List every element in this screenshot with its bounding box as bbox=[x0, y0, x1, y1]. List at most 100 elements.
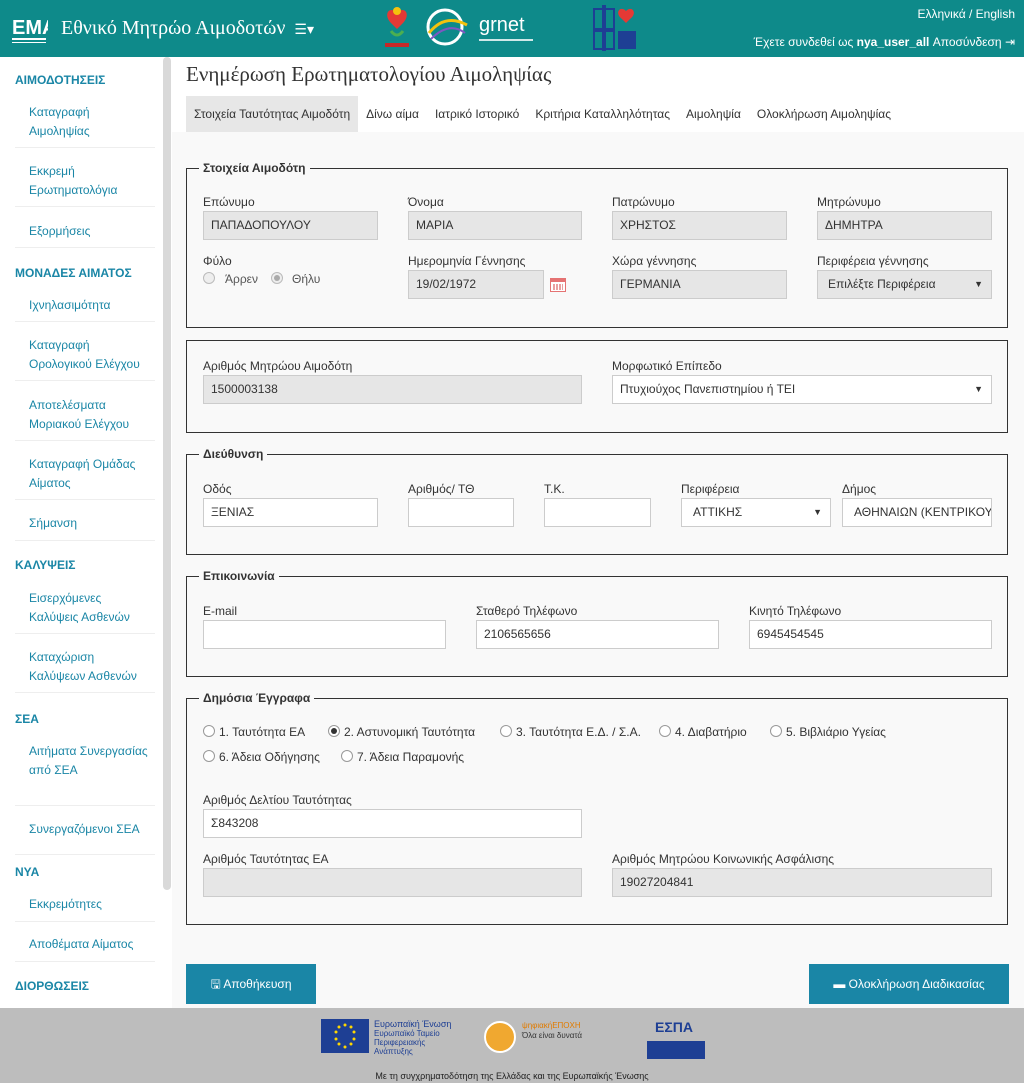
sidebar-item-pending-questionnaires[interactable]: Εκκρεμή Ερωτηματολόγια bbox=[29, 162, 151, 200]
calendar-icon[interactable] bbox=[550, 278, 566, 292]
doc-type-label-3[interactable]: 3. Ταυτότητα Ε.Δ. / Σ.Α. bbox=[516, 725, 641, 739]
street-number-input[interactable] bbox=[408, 498, 514, 527]
complete-button-label: Ολοκλήρωση Διαδικασίας bbox=[848, 977, 985, 991]
sidebar-item-blood-stock[interactable]: Αποθέματα Αίματος bbox=[29, 935, 151, 954]
education-value: Πτυχιούχος Πανεπιστημίου ή ΤΕΙ bbox=[620, 382, 796, 396]
ministry-logo bbox=[593, 5, 636, 51]
gender-male-radio bbox=[203, 272, 215, 284]
page-title: Ενημέρωση Ερωτηματολογίου Αιμοληψίας bbox=[186, 62, 552, 86]
sidebar-divider bbox=[15, 540, 155, 541]
father-name-label: Πατρώνυμο bbox=[612, 195, 675, 209]
sidebar-section-sea[interactable]: ΣΕΑ bbox=[15, 712, 39, 726]
sidebar-section-corrections[interactable]: ΔΙΟΡΘΩΣΕΙΣ bbox=[15, 979, 89, 993]
sidebar-section-aimodotiseis[interactable]: ΑΙΜΟΔΟΤΗΣΕΙΣ bbox=[15, 73, 105, 87]
ema-logo[interactable]: EMA bbox=[12, 12, 48, 46]
sidebar-item-campaigns[interactable]: Εξορμήσεις bbox=[29, 222, 151, 241]
sidebar-item-blood-group-record[interactable]: Καταγραφή Ομάδας Αίματος bbox=[29, 455, 151, 493]
sidebar-item-sea-requests[interactable]: Αιτήματα Συνεργασίας από ΣΕΑ bbox=[29, 742, 151, 780]
doc-type-label-7[interactable]: 7. Άδεια Παραμονής bbox=[357, 750, 464, 764]
birth-region-select[interactable]: Επιλέξτε Περιφέρεια ▼ bbox=[817, 270, 992, 299]
tab-eligibility-criteria[interactable]: Κριτήρια Καταλληλότητας bbox=[527, 96, 678, 132]
tab-blood-collection[interactable]: Αιμοληψία bbox=[678, 96, 749, 132]
birth-country-field: ΓΕΡΜΑΝΙΑ bbox=[612, 270, 787, 299]
education-select[interactable]: Πτυχιούχος Πανεπιστημίου ή ΤΕΙ ▼ bbox=[612, 375, 992, 404]
landline-input[interactable]: 2106565656 bbox=[476, 620, 719, 649]
sidebar-divider bbox=[15, 147, 155, 148]
municipality-label: Δήμος bbox=[842, 482, 877, 496]
dob-label: Ημερομηνία Γέννησης bbox=[408, 254, 526, 268]
digital-era-name: ψηφιακήΕΠΟΧΗ bbox=[522, 1021, 581, 1030]
sidebar-divider bbox=[15, 692, 155, 693]
brand-title[interactable]: Εθνικό Μητρώο Αιμοδοτών ☰▾ bbox=[61, 17, 314, 40]
mother-name-label: Μητρώνυμο bbox=[817, 195, 881, 209]
tab-collection-completion[interactable]: Ολοκλήρωση Αιμοληψίας bbox=[749, 96, 899, 132]
id-number-label: Αριθμός Δελτίου Ταυτότητας bbox=[203, 793, 352, 807]
eu-flag-icon bbox=[321, 1019, 369, 1053]
doc-type-radio-7[interactable] bbox=[341, 750, 353, 762]
sidebar-scrollbar[interactable] bbox=[163, 57, 171, 890]
digital-era-text: ψηφιακήΕΠΟΧΗ Όλα είναι δυνατά bbox=[522, 1021, 582, 1041]
id-number-input[interactable]: Σ843208 bbox=[203, 809, 582, 838]
save-button[interactable]: 🖫 Αποθήκευση bbox=[186, 964, 316, 1004]
sidebar-section-nya[interactable]: ΝΥΑ bbox=[15, 865, 39, 879]
complete-process-button[interactable]: ▬ Ολοκλήρωση Διαδικασίας bbox=[809, 964, 1009, 1004]
doc-type-radio-3[interactable] bbox=[500, 725, 512, 737]
address-legend: Διεύθυνση bbox=[199, 447, 268, 461]
doc-type-radio-6[interactable] bbox=[203, 750, 215, 762]
doc-type-radio-1[interactable] bbox=[203, 725, 215, 737]
logout-link[interactable]: Αποσύνδεση bbox=[933, 35, 1002, 49]
sidebar-section-coverage[interactable]: ΚΑΛΥΨΕΙΣ bbox=[15, 558, 76, 572]
doc-type-label-1[interactable]: 1. Ταυτότητα ΕΑ bbox=[219, 725, 305, 739]
donor-details-fieldset: Στοιχεία Αιμοδότη Επώνυμο ΠΑΠΑΔΟΠΟΥΛΟΥ Ό… bbox=[186, 161, 1008, 328]
sidebar-item-pending[interactable]: Εκκρεμότητες bbox=[29, 895, 151, 914]
doc-type-label-5[interactable]: 5. Βιβλιάριο Υγείας bbox=[786, 725, 886, 739]
username: nya_user_all bbox=[856, 35, 930, 49]
street-input[interactable]: ΞΕΝΙΑΣ bbox=[203, 498, 378, 527]
amka-label: Αριθμός Μητρώου Κοινωνικής Ασφάλισης bbox=[612, 852, 835, 866]
footer: Ευρωπαϊκή Ένωση Ευρωπαϊκό Ταμείο Περιφερ… bbox=[0, 1008, 1024, 1083]
logout-icon[interactable]: ⇥ bbox=[1005, 35, 1015, 49]
municipality-select[interactable]: ΑΘΗΝΑΙΩΝ (ΚΕΝΤΡΙΚΟΥ bbox=[842, 498, 992, 527]
sidebar-item-coverage-entry[interactable]: Καταχώριση Καλύψεων Ασθενών bbox=[29, 648, 151, 686]
tab-medical-history[interactable]: Ιατρικό Ιστορικό bbox=[427, 96, 527, 132]
surname-label: Επώνυμο bbox=[203, 195, 255, 209]
top-header: EMA Εθνικό Μητρώο Αιμοδοτών ☰▾ grnet Ελλ… bbox=[0, 0, 1024, 57]
sidebar-divider bbox=[15, 247, 155, 248]
contact-fieldset: Επικοινωνία E-mail Σταθερό Τηλέφωνο 2106… bbox=[186, 569, 1008, 677]
birth-region-label: Περιφέρεια γέννησης bbox=[817, 254, 929, 268]
documents-fieldset: Δημόσια Έγγραφα 1. Ταυτότητα ΕΑ 2. Αστυν… bbox=[186, 691, 1008, 925]
region-label: Περιφέρεια bbox=[681, 482, 740, 496]
education-label: Μορφωτικό Επίπεδο bbox=[612, 359, 722, 373]
sidebar-item-labeling[interactable]: Σήμανση bbox=[29, 514, 151, 533]
mobile-input[interactable]: 6945454545 bbox=[749, 620, 992, 649]
sidebar-item-molecular-results[interactable]: Αποτελέσματα Μοριακού Ελέγχου bbox=[29, 396, 151, 434]
sidebar-section-blood-units[interactable]: ΜΟΝΑΔΕΣ ΑΙΜΑΤΟΣ bbox=[15, 266, 132, 280]
language-switcher[interactable]: Ελληνικά / English bbox=[918, 7, 1016, 21]
sidebar-item-blood-collection[interactable]: Καταγραφή Αιμοληψίας bbox=[29, 103, 151, 141]
email-input[interactable] bbox=[203, 620, 446, 649]
sidebar-divider bbox=[15, 321, 155, 322]
cofinance-text: Με τη συγχρηματοδότηση της Ελλάδας και τ… bbox=[375, 1071, 649, 1081]
sidebar-divider bbox=[15, 499, 155, 500]
dob-field: 19/02/1972 bbox=[408, 270, 544, 299]
birth-country-label: Χώρα γέννησης bbox=[612, 254, 697, 268]
sidebar-item-incoming-coverage[interactable]: Εισερχόμενες Καλύψεις Ασθενών bbox=[29, 589, 151, 627]
doc-type-label-6[interactable]: 6. Άδεια Οδήγησης bbox=[219, 750, 320, 764]
sidebar-item-sea-partners[interactable]: Συνεργαζόμενοι ΣΕΑ bbox=[29, 820, 151, 839]
doc-type-label-4[interactable]: 4. Διαβατήριο bbox=[675, 725, 747, 739]
sidebar-divider bbox=[15, 854, 155, 855]
tab-donor-identity[interactable]: Στοιχεία Ταυτότητας Αιμοδότη bbox=[186, 96, 359, 132]
tab-give-blood[interactable]: Δίνω αίμα bbox=[358, 96, 427, 132]
doc-type-label-2[interactable]: 2. Αστυνομική Ταυτότητα bbox=[344, 725, 475, 739]
doc-type-radio-2[interactable] bbox=[328, 725, 340, 737]
gender-female-label: Θήλυ bbox=[292, 272, 321, 286]
municipality-value: ΑΘΗΝΑΙΩΝ (ΚΕΝΤΡΙΚΟΥ bbox=[854, 505, 992, 519]
doc-type-radio-5[interactable] bbox=[770, 725, 782, 737]
documents-legend: Δημόσια Έγγραφα bbox=[199, 691, 315, 705]
menu-toggle-icon[interactable]: ☰▾ bbox=[294, 21, 314, 37]
zip-input[interactable] bbox=[544, 498, 651, 527]
sidebar-item-serology-record[interactable]: Καταγραφή Ορολογικού Ελέγχου bbox=[29, 336, 151, 374]
sidebar-item-traceability[interactable]: Ιχνηλασιμότητα bbox=[29, 296, 151, 315]
region-select[interactable]: ΑΤΤΙΚΗΣ ▼ bbox=[681, 498, 831, 527]
doc-type-radio-4[interactable] bbox=[659, 725, 671, 737]
